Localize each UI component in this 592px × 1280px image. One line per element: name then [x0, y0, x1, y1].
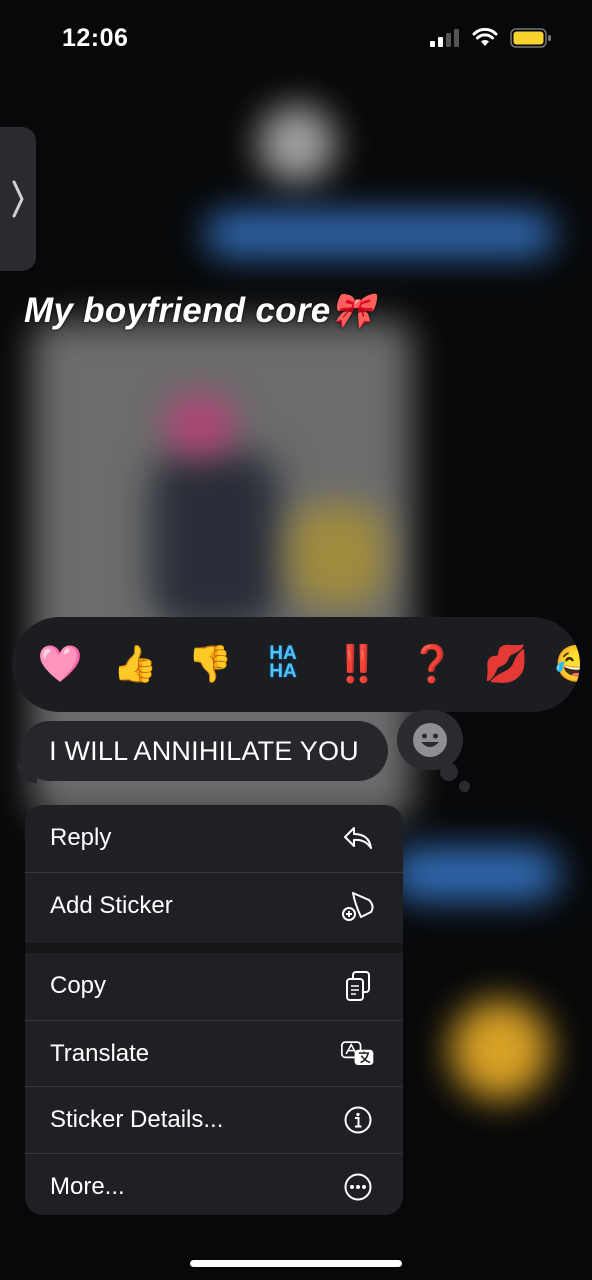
translate-icon [341, 1037, 375, 1071]
heart-reaction[interactable]: 🩷 [35, 641, 85, 687]
home-indicator[interactable] [190, 1260, 402, 1267]
haha-text-bottom: HA [269, 661, 297, 682]
menu-item-more[interactable]: More... [25, 1153, 403, 1215]
bg-bubble-blur-2 [390, 848, 560, 900]
bg-emoji-blur [450, 1000, 550, 1100]
add-sticker-icon [341, 889, 375, 923]
chevron-right-icon [12, 180, 24, 218]
menu-label-more: More... [50, 1172, 125, 1200]
menu-item-translate[interactable]: Translate [25, 1020, 403, 1086]
exclamation-reaction[interactable]: ‼️ [332, 641, 382, 687]
menu-section-gap [25, 943, 403, 953]
bg-photo-yellow-blur [290, 505, 385, 605]
menu-label-sticker-details: Sticker Details... [50, 1105, 224, 1133]
info-icon [341, 1103, 375, 1137]
thumbs-up-reaction[interactable]: 👍 [110, 641, 160, 687]
menu-item-sticker-details[interactable]: Sticker Details... [25, 1086, 403, 1152]
question-reaction[interactable]: ❓ [407, 641, 457, 687]
reply-arrow-icon [341, 821, 375, 855]
bg-photo-figure-blur [150, 450, 280, 630]
more-ellipsis-icon [341, 1170, 375, 1204]
wifi-icon [472, 28, 498, 46]
thumbs-down-reaction[interactable]: 👎 [185, 641, 235, 687]
menu-label-translate: Translate [50, 1039, 150, 1067]
sticker-caption: My boyfriend core🎀 [24, 291, 375, 330]
side-panel-handle[interactable] [0, 127, 36, 271]
message-text: I WILL ANNIHILATE YOU [49, 735, 359, 766]
menu-item-add-sticker[interactable]: Add Sticker [25, 872, 403, 938]
menu-label-add-sticker: Add Sticker [50, 891, 173, 919]
emoji-picker-bubble-dot [440, 763, 458, 781]
emoji-picker-bubble-dot-small [459, 781, 470, 792]
more-emoji-reaction[interactable]: 😂 [552, 641, 580, 687]
menu-label-copy: Copy [50, 972, 107, 999]
cellular-signal-icon [430, 29, 459, 47]
context-menu: Reply Add Sticker Copy Translate Sticker… [25, 805, 403, 1215]
copy-icon [341, 969, 375, 1003]
menu-item-reply[interactable]: Reply [25, 805, 403, 871]
status-icons [430, 28, 552, 48]
bg-photo-pink-blur [165, 395, 235, 455]
battery-icon [510, 28, 551, 48]
menu-label-reply: Reply [50, 824, 112, 851]
smiley-face-icon [413, 723, 447, 757]
kiss-reaction[interactable]: 💋 [481, 641, 531, 687]
message-bubble[interactable]: I WILL ANNIHILATE YOU [20, 721, 388, 781]
bg-avatar-blur [258, 105, 336, 183]
haha-reaction[interactable]: HA HA [258, 644, 308, 682]
bg-bubble-blur [205, 212, 555, 256]
menu-item-copy[interactable]: Copy [25, 953, 403, 1019]
emoji-picker-button[interactable] [397, 710, 463, 770]
tapback-reaction-bar: 🩷 👍 👎 HA HA ‼️ ❓ 💋 😂 [12, 617, 580, 712]
status-time: 12:06 [62, 24, 129, 52]
